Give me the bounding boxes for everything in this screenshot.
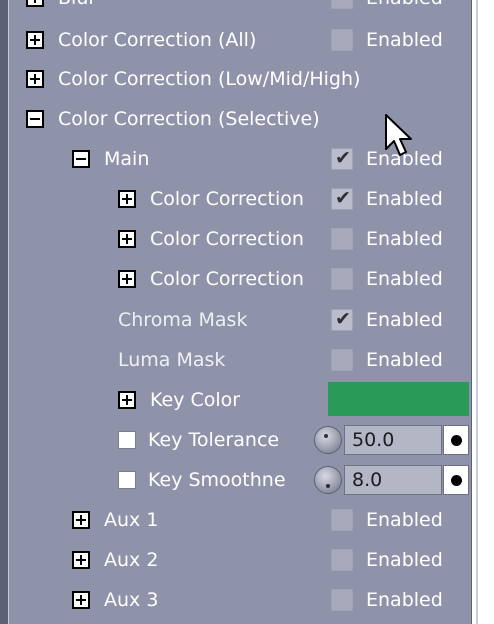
key-tolerance-input[interactable]: 50.0: [344, 425, 442, 455]
plus-box-icon[interactable]: [118, 270, 136, 288]
enabled-label: Enabled: [366, 349, 443, 371]
key-smoothness-input[interactable]: 8.0: [344, 465, 442, 495]
enabled-checkbox[interactable]: [331, 589, 353, 611]
plus-box-icon[interactable]: [72, 551, 90, 569]
tree-row-color-correction-all[interactable]: Color Correction (All) Enabled: [0, 20, 470, 60]
mouse-pointer-icon: [385, 114, 412, 156]
tree-row-key-color[interactable]: Key Color: [0, 380, 470, 420]
scrollbar-edge: [476, 0, 478, 624]
tree-label: Color Correction (All): [58, 29, 257, 51]
enabled-checkbox[interactable]: ✔: [331, 147, 353, 170]
enabled-label: Enabled: [366, 309, 443, 331]
tree-row-chroma-mask[interactable]: Chroma Mask ✔ Enabled: [0, 300, 470, 340]
tree-label: Key Smoothne: [148, 469, 286, 491]
plus-box-icon[interactable]: [118, 391, 136, 409]
minus-box-icon[interactable]: [72, 150, 90, 168]
key-smoothness-value: 8.0: [352, 469, 383, 491]
tree-row-aux-2[interactable]: Aux 2 Enabled: [0, 540, 470, 580]
enabled-checkbox[interactable]: [331, 349, 353, 371]
animate-dot-button[interactable]: [443, 465, 469, 495]
plus-box-icon[interactable]: [72, 511, 90, 529]
tree-label: Color Correction (Low/Mid/High): [58, 68, 361, 90]
tree-label: Aux 1: [104, 509, 159, 531]
tree-label: Key Color: [150, 389, 241, 411]
tree-label: Color Correction (Selective): [58, 108, 320, 130]
tree-label: Chroma Mask: [118, 309, 248, 331]
dial-icon[interactable]: [314, 466, 342, 494]
plus-box-icon[interactable]: [118, 190, 136, 208]
tree-row-color-correction-1[interactable]: Color Correction ✔ Enabled: [0, 179, 470, 219]
tree-label: Key Tolerance: [148, 429, 280, 451]
enabled-checkbox[interactable]: [331, 0, 353, 9]
enabled-label: Enabled: [366, 549, 443, 571]
tree-label: Luma Mask: [118, 349, 226, 371]
enabled-label: Enabled: [366, 509, 443, 531]
dial-icon[interactable]: [314, 426, 342, 454]
tree-label: Blur: [58, 0, 96, 9]
enabled-checkbox[interactable]: [331, 509, 353, 531]
tree-row-blur[interactable]: Blur Enabled: [0, 0, 470, 18]
minus-box-icon[interactable]: [26, 110, 44, 128]
check-icon: ✔: [335, 308, 351, 330]
keyframe-toggle[interactable]: [118, 431, 136, 449]
tree-label: Color Correction: [150, 268, 304, 290]
enabled-checkbox[interactable]: ✔: [331, 187, 353, 210]
tree-row-aux-1[interactable]: Aux 1 Enabled: [0, 500, 470, 540]
plus-box-icon[interactable]: [26, 31, 44, 49]
check-icon: ✔: [335, 147, 351, 169]
tree-row-aux-3[interactable]: Aux 3 Enabled: [0, 580, 470, 620]
tree-label: Aux 2: [104, 549, 159, 571]
plus-box-icon[interactable]: [118, 230, 136, 248]
enabled-label: Enabled: [366, 228, 443, 250]
key-color-swatch[interactable]: [328, 382, 469, 416]
tree-row-key-tolerance[interactable]: Key Tolerance 50.0: [0, 420, 470, 460]
tree-row-color-correction-3[interactable]: Color Correction Enabled: [0, 259, 470, 299]
enabled-label: Enabled: [366, 589, 443, 611]
tree-row-luma-mask[interactable]: Luma Mask Enabled: [0, 340, 470, 380]
check-icon: ✔: [335, 187, 351, 209]
animate-dot-button[interactable]: [443, 425, 469, 455]
plus-box-icon[interactable]: [72, 591, 90, 609]
tree-label: Color Correction: [150, 188, 304, 210]
enabled-checkbox[interactable]: [331, 549, 353, 571]
key-tolerance-value: 50.0: [352, 429, 395, 451]
plus-box-icon[interactable]: [26, 0, 44, 7]
enabled-checkbox[interactable]: [331, 268, 353, 290]
tree-row-color-correction-low-mid-high[interactable]: Color Correction (Low/Mid/High): [0, 59, 470, 99]
tree-label: Main: [104, 148, 150, 170]
enabled-label: Enabled: [366, 188, 443, 210]
tree-label: Aux 3: [104, 589, 159, 611]
tree-row-key-smoothness[interactable]: Key Smoothne 8.0: [0, 460, 470, 500]
tree-label: Color Correction: [150, 228, 304, 250]
tree-row-color-correction-2[interactable]: Color Correction Enabled: [0, 219, 470, 259]
enabled-checkbox[interactable]: ✔: [331, 308, 353, 331]
enabled-checkbox[interactable]: [331, 29, 353, 51]
enabled-checkbox[interactable]: [331, 228, 353, 250]
enabled-label: Enabled: [366, 29, 443, 51]
enabled-label: Enabled: [366, 0, 443, 9]
enabled-label: Enabled: [366, 268, 443, 290]
keyframe-toggle[interactable]: [118, 471, 136, 489]
plus-box-icon[interactable]: [26, 70, 44, 88]
